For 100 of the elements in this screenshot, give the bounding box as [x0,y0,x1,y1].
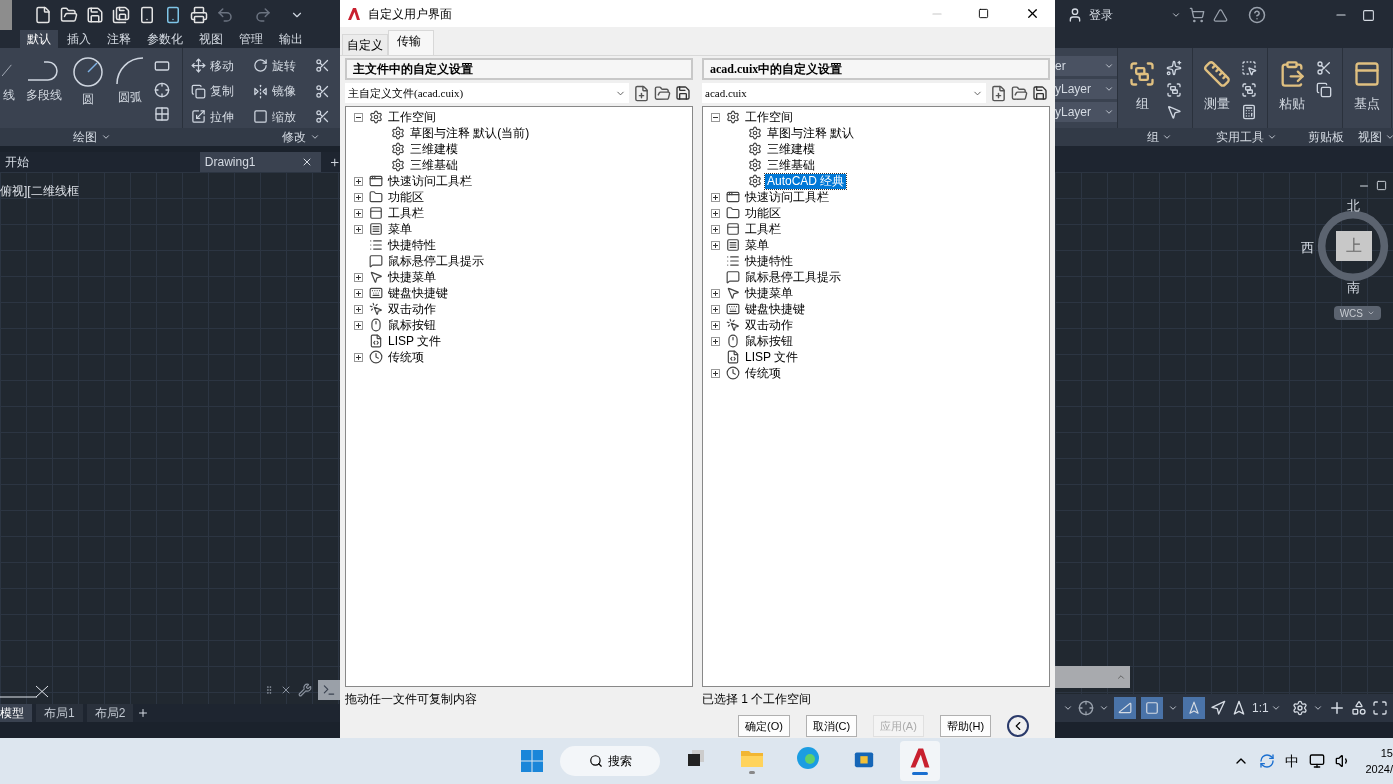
collapse-icon[interactable] [354,112,363,122]
caret-icon[interactable] [1168,703,1178,713]
isometric-toggle[interactable] [1114,697,1136,719]
print-icon[interactable] [190,6,208,24]
open-folder-icon[interactable] [1011,84,1028,102]
ribbon-tab[interactable]: 注释 [100,30,138,48]
save-as-icon[interactable] [112,6,130,24]
triangle-icon[interactable] [1213,7,1228,23]
expand-icon[interactable] [354,352,363,362]
tree-item[interactable]: 三维建模 [408,141,460,157]
wrench-icon[interactable] [298,683,312,697]
expand-icon[interactable] [711,368,720,378]
expand-icon[interactable] [711,240,720,250]
group-icon[interactable] [1241,82,1257,98]
caret-icon[interactable] [1099,703,1109,713]
tree-item[interactable]: LISP 文件 [386,333,444,349]
calculator-icon[interactable] [1241,104,1257,120]
panel-title[interactable]: 视图 [1359,128,1393,146]
expand-icon[interactable] [354,192,363,202]
tree-item[interactable]: 鼠标按钮 [743,333,795,349]
viewport-label[interactable]: 俯视][二维线框 [0,182,340,200]
ribbon-tool-button[interactable]: 组 [1128,60,1156,114]
expand-icon[interactable] [354,224,363,234]
command-input[interactable] [1055,666,1130,688]
open-folder-icon[interactable] [60,6,78,24]
tree-item[interactable]: 鼠标悬停工具提示 [386,253,486,269]
expand-icon[interactable] [711,192,720,202]
viewport-toggle[interactable] [1141,697,1163,719]
ribbon-tab[interactable]: 参数化 [140,30,190,48]
sync-icon[interactable] [1259,753,1276,769]
new-tab-icon[interactable] [328,156,340,169]
compass-label[interactable]: 南 [1347,278,1360,298]
ucs-dropdown[interactable]: WCS [1333,306,1381,320]
expand-icon[interactable] [711,288,720,298]
group-icon[interactable] [1166,82,1182,98]
tree-item[interactable]: 双击动作 [743,317,795,333]
modify-tool-button[interactable]: 镜像 [253,81,315,101]
collapse-icon[interactable] [711,112,720,122]
expand-icon[interactable] [354,272,363,282]
drawing-canvas[interactable]: 北 西 上 南 WCS [1055,172,1393,694]
object-snap-icon[interactable] [1078,700,1094,716]
tree-item[interactable]: 快捷菜单 [386,269,438,285]
modify-tool-button[interactable]: 旋转 [253,56,315,75]
tree-view[interactable]: 工作空间 草图与注释 默认(当前) 三维建模 三维基础 快速访问工具栏 功能区 工具栏 菜单 快捷特性 鼠标悬停工具提示 快捷菜单 键盘快捷键 双击动作 鼠标按钮 LISP 文件 传统项 [345,106,693,687]
caret-icon[interactable] [1063,703,1073,713]
ribbon-tool-button[interactable]: 测量 [1203,60,1231,114]
modify-tool-button[interactable]: 移动 [191,56,253,75]
scissors-icon[interactable] [315,109,330,125]
new-layout-icon[interactable] [137,707,150,719]
drawing-canvas[interactable]: 俯视][二维线框 [0,172,340,704]
expand-icon[interactable] [711,224,720,234]
tree-item[interactable]: 键盘快捷键 [743,301,807,317]
copy-icon[interactable] [1316,82,1332,98]
tree-item[interactable]: LISP 文件 [743,349,801,365]
dialog-button[interactable]: 帮助(H) [939,715,992,737]
layer-dropdown[interactable]: er [1055,56,1117,76]
tree-item[interactable]: 鼠标按钮 [386,317,438,333]
tree-item[interactable]: 工具栏 [743,221,783,237]
tree-item[interactable]: AutoCAD 经典 [765,173,847,189]
ribbon-tab[interactable]: 插入 [60,30,98,48]
expand-icon[interactable] [711,304,720,314]
scissors-icon[interactable] [1316,60,1332,76]
search-button[interactable]: 搜索 [560,746,660,776]
panel-title[interactable]: 实用工具 [1200,128,1293,146]
ribbon-tab[interactable]: 默认 [20,30,58,48]
command-line-button[interactable] [318,680,340,700]
panel-title[interactable]: 剪贴板 [1293,128,1359,146]
draw-tool-button[interactable]: 圆弧 [112,56,148,106]
expand-icon[interactable] [354,320,363,330]
file-dropdown[interactable]: 主自定义文件(acad.cuix) [345,83,629,103]
scale-dropdown[interactable]: 1:1 [1252,699,1281,717]
scissors-icon[interactable] [315,58,330,73]
annotation-toggle[interactable] [1183,697,1205,719]
modify-tool-button[interactable]: 拉伸 [191,107,253,127]
tree-item[interactable]: 功能区 [743,205,783,221]
start-icon[interactable] [520,749,544,773]
layer-dropdown[interactable]: yLayer [1055,102,1117,122]
layout-tab[interactable]: 布局2 [86,704,134,722]
tree-view[interactable]: 工作空间 草图与注释 默认 三维建模 三维基础 AutoCAD 经典 快速访问工具栏 功能区 工具栏 菜单 快捷特性 鼠标悬停工具提示 快捷菜单 键盘快捷键 双击动作 鼠标按钮 LISP 文件 传统项 [702,106,1050,687]
expand-icon[interactable] [354,176,363,186]
expand-icon[interactable] [711,320,720,330]
title-bar[interactable]: 自定义用户界面 [340,0,1055,27]
tree-item[interactable]: 双击动作 [386,301,438,317]
new-file-icon[interactable] [34,6,52,24]
redo-icon[interactable] [254,6,272,24]
tree-item[interactable]: 快速访问工具栏 [743,189,831,205]
ribbon-tab[interactable]: 输出 [272,30,310,48]
layout-tab[interactable]: 模型 [0,704,32,722]
expand-icon[interactable] [354,208,363,218]
input-method[interactable]: 中 [1285,750,1300,772]
tree-item[interactable]: 快捷特性 [743,253,795,269]
layout-tab[interactable]: 布局1 [36,704,83,722]
tree-item[interactable]: 鼠标悬停工具提示 [743,269,843,285]
tree-item[interactable]: 工作空间 [386,109,438,125]
undo-icon[interactable] [216,6,234,24]
expand-icon[interactable] [354,304,363,314]
phone-icon[interactable] [164,6,182,24]
caret-icon[interactable] [1171,10,1181,20]
dialog-tab[interactable]: 传输 [388,30,434,55]
phone-icon[interactable] [138,6,156,24]
